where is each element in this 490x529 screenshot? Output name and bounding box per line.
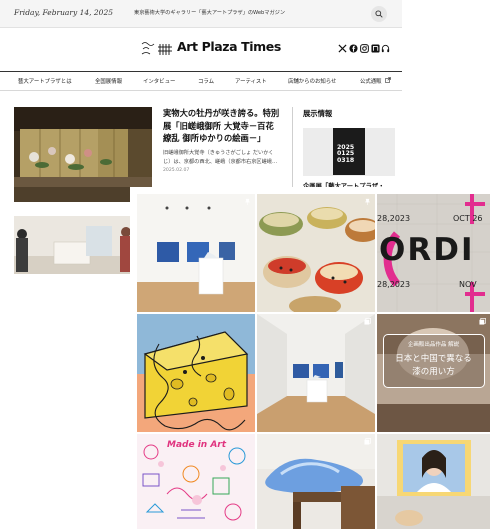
exhibition-poster[interactable]: 2025 0125 0318 — [333, 128, 365, 175]
instagram-gallery-overlay: 28,2023 OCT 26 ORDI 28,2023 NOV 企画販出品作品 … — [130, 187, 490, 529]
nav-item-interview[interactable]: インタビュー — [143, 77, 175, 85]
sidebar-heading: 展示情報 — [303, 109, 333, 118]
article-title[interactable]: 実物大の牡丹が咲き誇る。特別展「旧嵯峨御所 大覚寺－百花繚乱 御所ゆかりの絵画－… — [163, 107, 281, 145]
instagram-icon[interactable] — [360, 44, 369, 53]
search-icon — [375, 10, 383, 18]
nav-item-online-shop[interactable]: 公式通販 — [360, 77, 382, 85]
brand-logo-text[interactable]: Art Plaza Times — [177, 39, 281, 54]
poster-title-word: ORDI — [379, 232, 475, 268]
gallery-tile-8[interactable] — [257, 434, 375, 529]
poster-date-right-top: OCT 26 — [453, 214, 483, 223]
gallery-tile-5[interactable] — [257, 314, 375, 432]
multi-image-icon — [364, 438, 371, 445]
gallery-tile-4[interactable] — [137, 314, 255, 432]
gallery-tile-2[interactable] — [257, 194, 375, 312]
multi-image-icon — [364, 318, 371, 325]
gallery-tile-6[interactable]: 企画販出品作品 解説 日本と中国で異なる 漆の用い方 — [377, 314, 490, 432]
caption-label: 企画販出品作品 解説 — [407, 342, 460, 348]
article-excerpt: 旧嵯峨御所大覚寺（きゅうさがごしょ だいかくじ）は、京都の西北、嵯峨（京都市右京… — [163, 150, 278, 165]
caption-line-2: 漆の用い方 — [412, 367, 455, 377]
nav-item-column[interactable]: コラム — [198, 77, 214, 85]
site-tagline: 東京藝術大学のギャラリー「藝大アートプラザ」のWebマガジン — [134, 10, 286, 16]
poster-date-right-bottom: NOV — [459, 280, 477, 289]
facebook-icon[interactable] — [349, 44, 358, 53]
article-date: 2025.02.07 — [163, 168, 190, 173]
sidebar-divider — [292, 107, 293, 187]
caption-line-1: 日本と中国で異なる — [395, 354, 472, 364]
current-date: Friday, February 14, 2025 — [14, 8, 113, 17]
note-icon[interactable] — [371, 44, 380, 53]
pin-icon — [245, 198, 250, 205]
nav-item-about[interactable]: 藝大アートプラザとは — [18, 77, 72, 85]
gallery-tile-3[interactable]: 28,2023 OCT 26 ORDI 28,2023 NOV — [377, 194, 490, 312]
gallery-tile-1[interactable] — [137, 194, 255, 312]
poster-date-left-bottom: 28,2023 — [377, 280, 411, 289]
gallery-tile-7[interactable]: Made in Art — [137, 434, 255, 529]
multi-image-icon — [479, 318, 486, 325]
top-bar: Friday, February 14, 2025 東京藝術大学のギャラリー「藝… — [0, 0, 402, 28]
nav-item-store-news[interactable]: 店舗からのお知らせ — [288, 77, 336, 85]
poster-date-left-top: 28,2023 — [377, 214, 411, 223]
x-twitter-icon[interactable] — [338, 44, 347, 53]
gallery-tile-9[interactable] — [377, 434, 490, 529]
logo-mark-icon[interactable] — [140, 40, 174, 58]
nav-item-exhibitions[interactable]: 全国展情報 — [95, 77, 122, 85]
article-thumbnail-2[interactable] — [14, 216, 132, 274]
made-in-art-title: Made in Art — [167, 440, 227, 450]
podcast-icon[interactable] — [381, 44, 390, 53]
pin-icon — [365, 198, 370, 205]
external-link-icon — [385, 77, 391, 83]
nav-item-artist[interactable]: アーティスト — [235, 77, 267, 85]
main-nav: 藝大アートプラザとは 全国展情報 インタビュー コラム アーティスト 店舗からの… — [0, 71, 402, 91]
search-button[interactable] — [371, 6, 387, 22]
poster-line-3: 0318 — [337, 156, 355, 164]
